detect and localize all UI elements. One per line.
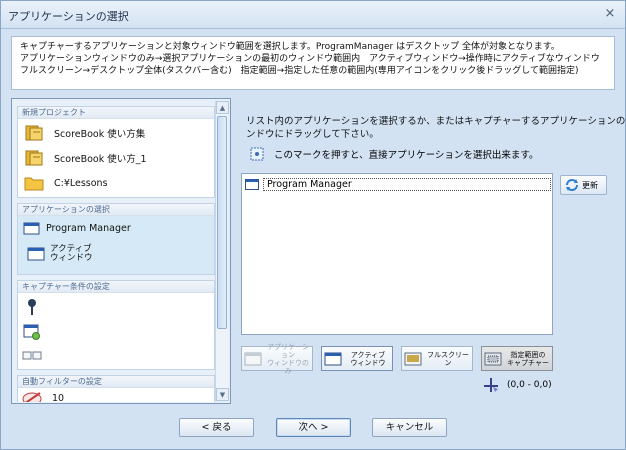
active-window-icon xyxy=(27,247,45,261)
sidebar-item-lessons-folder[interactable]: C:¥Lessons xyxy=(24,173,108,193)
group-auto-filter: 自動フィルターの設定 10 xyxy=(17,375,215,402)
no-filter-icon xyxy=(22,392,42,402)
scroll-thumb[interactable] xyxy=(217,116,227,329)
refresh-icon xyxy=(566,179,578,191)
pin-icon xyxy=(28,299,36,315)
description-line: フルスクリーン→デスクトップ全体(タスクバー含む) 指定範囲→指定した任意の範囲… xyxy=(20,66,579,76)
close-icon[interactable]: × xyxy=(603,7,617,21)
mode-label: 指定範囲の キャプチャー xyxy=(504,351,552,367)
target-hint: このマークを押すと、直接アプリケーションを選択出来ます。 xyxy=(250,147,538,161)
sidebar-item-auto-filter[interactable]: 10 xyxy=(22,388,64,402)
instruction-line: ンドウにドラッグして下さい。 xyxy=(246,129,379,140)
mode-fullscreen-button[interactable]: フルスクリーン xyxy=(401,346,473,371)
crosshair-icon[interactable] xyxy=(483,377,499,393)
sidebar-item-scorebook-guide-1[interactable]: ScoreBook 使い方_1 xyxy=(24,148,147,168)
mode-label: フルスクリーン xyxy=(424,351,472,367)
window-settings-icon xyxy=(23,324,40,340)
refresh-label: 更新 xyxy=(582,180,598,190)
region-coordinates: (0,0 - 0,0) xyxy=(483,377,552,393)
sidebar-scrollbar[interactable]: ▲ ▼ xyxy=(215,101,229,401)
label-line: ウィンドウ xyxy=(350,358,386,367)
group-header: キャプチャー条件の設定 xyxy=(18,281,214,293)
label-line: ウィンドウのみ xyxy=(267,358,309,375)
group-app-select: アプリケーションの選択 Program Manager アクティブ ウィンドウ xyxy=(17,203,215,275)
instruction-text: リスト内のアプリケーションを選択するか、またはキャプチャーするアプリケーションの… xyxy=(246,115,626,141)
mode-label: アクティブ ウィンドウ xyxy=(344,351,392,367)
label-line: フルスクリーン xyxy=(427,350,469,367)
sidebar-item-label: ScoreBook 使い方_1 xyxy=(54,154,147,165)
sidebar-item-label: C:¥Lessons xyxy=(54,177,108,189)
window-icon xyxy=(245,178,259,190)
list-item[interactable]: Program Manager xyxy=(245,177,551,191)
label-line: ウィンドウ xyxy=(50,253,93,263)
group-header: 新規プロジェクト xyxy=(18,107,214,119)
sidebar-item-label: アクティブ ウィンドウ xyxy=(50,245,93,263)
label-line: アプリケーション xyxy=(267,342,309,359)
region-capture-icon xyxy=(484,352,502,365)
window-icon xyxy=(23,222,40,235)
sidebar-item-label: ScoreBook 使い方集 xyxy=(54,129,146,140)
title-bar: アプリケーションの選択 × xyxy=(1,1,625,29)
folder-icon xyxy=(24,177,44,191)
description-line: アプリケーションウィンドウのみ→選択アプリケーションの最初のウィンドウ範囲内 ア… xyxy=(20,54,600,64)
cancel-button[interactable]: キャンセル xyxy=(372,418,447,437)
dialog-window: アプリケーションの選択 × キャプチャーするアプリケーションと対象ウィンドウ範囲… xyxy=(0,0,626,450)
scroll-down-icon[interactable]: ▼ xyxy=(216,388,229,401)
next-button[interactable]: 次へ > xyxy=(276,418,351,437)
coordinates-text: (0,0 - 0,0) xyxy=(507,380,552,390)
label-line: 指定範囲の xyxy=(510,350,546,359)
mode-label: アプリケーション ウィンドウのみ xyxy=(264,343,312,375)
sidebar-item-active-window[interactable]: アクティブ ウィンドウ xyxy=(26,242,93,266)
step-sidebar: 新規プロジェクト ScoreBook 使い方集 ScoreBook 使い方_1 … xyxy=(11,98,231,404)
app-window-icon xyxy=(244,352,262,365)
back-button[interactable]: < 戻る xyxy=(179,418,254,437)
hint-text: このマークを押すと、直接アプリケーションを選択出来ます。 xyxy=(274,150,539,161)
sidebar-item-label: Program Manager xyxy=(46,222,131,234)
description-box: キャプチャーするアプリケーションと対象ウィンドウ範囲を選択します。Program… xyxy=(11,36,615,90)
book-icon xyxy=(25,150,43,166)
instruction-line: リスト内のアプリケーションを選択するか、またはキャプチャーするアプリケーションの… xyxy=(246,116,626,127)
group-header: アプリケーションの選択 xyxy=(18,204,214,216)
sidebar-item-label: 10 xyxy=(52,392,65,403)
refresh-button[interactable]: 更新 xyxy=(560,175,607,195)
mode-active-window-button[interactable]: アクティブ ウィンドウ xyxy=(321,346,393,371)
window-title: アプリケーションの選択 xyxy=(8,10,129,23)
label-line: アクティブ xyxy=(350,350,386,359)
sidebar-item-scorebook-guide[interactable]: ScoreBook 使い方集 xyxy=(24,123,145,143)
sidebar-item-capture-window-settings[interactable] xyxy=(22,321,52,341)
application-list[interactable]: Program Manager xyxy=(241,173,553,335)
target-picker-icon[interactable] xyxy=(250,147,264,161)
book-icon xyxy=(25,125,43,141)
sidebar-content: 新規プロジェクト ScoreBook 使い方集 ScoreBook 使い方_1 … xyxy=(15,102,216,402)
mode-app-window-only-button[interactable]: アプリケーション ウィンドウのみ xyxy=(241,343,313,375)
group-new-project: 新規プロジェクト ScoreBook 使い方集 ScoreBook 使い方_1 … xyxy=(17,106,215,198)
keyboard-icon xyxy=(22,351,42,360)
sidebar-item-capture-trigger[interactable] xyxy=(22,297,52,317)
mode-region-capture-button[interactable]: 指定範囲の キャプチャー xyxy=(481,346,553,371)
list-item-label: Program Manager xyxy=(263,177,551,191)
scroll-up-icon[interactable]: ▲ xyxy=(216,101,229,114)
fullscreen-icon xyxy=(404,352,422,365)
description-line: キャプチャーするアプリケーションと対象ウィンドウ範囲を選択します。Program… xyxy=(20,42,560,52)
group-capture-conditions: キャプチャー条件の設定 xyxy=(17,280,215,370)
sidebar-item-program-manager[interactable]: Program Manager xyxy=(22,218,131,238)
label-line: キャプチャー xyxy=(507,358,549,367)
group-header: 自動フィルターの設定 xyxy=(18,376,214,388)
sidebar-item-capture-keys[interactable] xyxy=(22,345,52,365)
active-window-icon xyxy=(324,352,342,365)
